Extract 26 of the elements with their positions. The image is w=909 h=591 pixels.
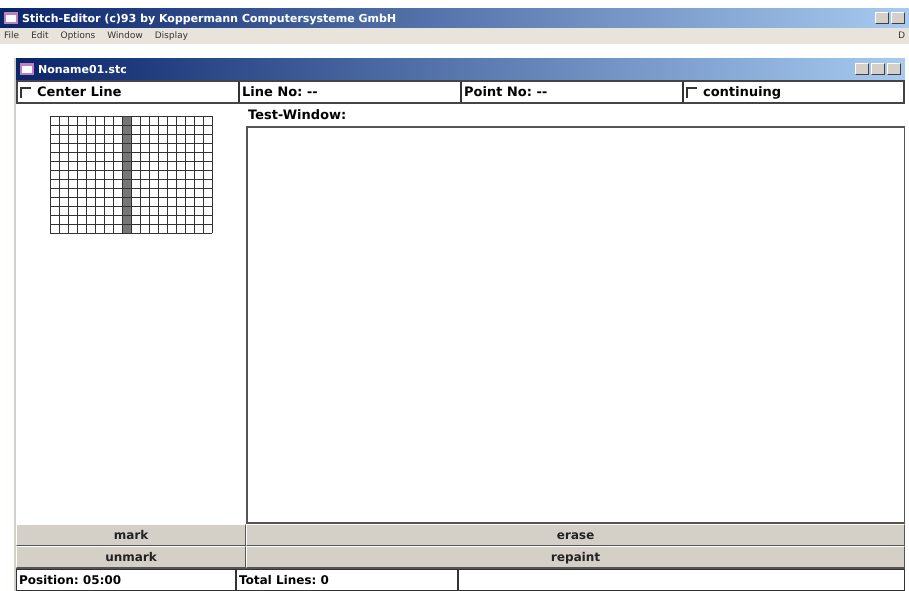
- window-icon: [20, 63, 34, 75]
- maximize-button[interactable]: [891, 12, 905, 24]
- checkbox-label: Center Line: [37, 84, 122, 100]
- close-button[interactable]: [887, 63, 901, 75]
- menu-item[interactable]: Window: [107, 31, 143, 41]
- menu-item[interactable]: D: [898, 31, 905, 41]
- action-button[interactable]: mark: [16, 524, 246, 546]
- total-lines-status: Total Lines: 0: [236, 569, 458, 591]
- point-number-label: Point No: --: [464, 84, 548, 100]
- checkbox-label: continuing: [703, 84, 782, 100]
- menu-item[interactable]: File: [4, 31, 20, 41]
- window-icon: [4, 12, 18, 24]
- minimize-button[interactable]: [855, 63, 869, 75]
- menu-item[interactable]: Options: [60, 31, 96, 41]
- menu-item[interactable]: Display: [154, 31, 188, 41]
- action-button[interactable]: repaint: [246, 546, 905, 568]
- line-number-label: Line No: --: [242, 84, 318, 100]
- action-button[interactable]: erase: [246, 524, 905, 546]
- minimize-button[interactable]: [875, 12, 889, 24]
- test-window-label: Test-Window:: [247, 106, 348, 124]
- position-status: Position: 05:00: [16, 569, 236, 591]
- action-button[interactable]: unmark: [16, 546, 246, 568]
- maximize-button[interactable]: [871, 63, 885, 75]
- window-title: Stitch-Editor (c)93 by Koppermann Computersysteme GmbH: [22, 12, 398, 24]
- document-title: Noname01.stc: [38, 62, 128, 76]
- menu-item[interactable]: Edit: [31, 31, 48, 41]
